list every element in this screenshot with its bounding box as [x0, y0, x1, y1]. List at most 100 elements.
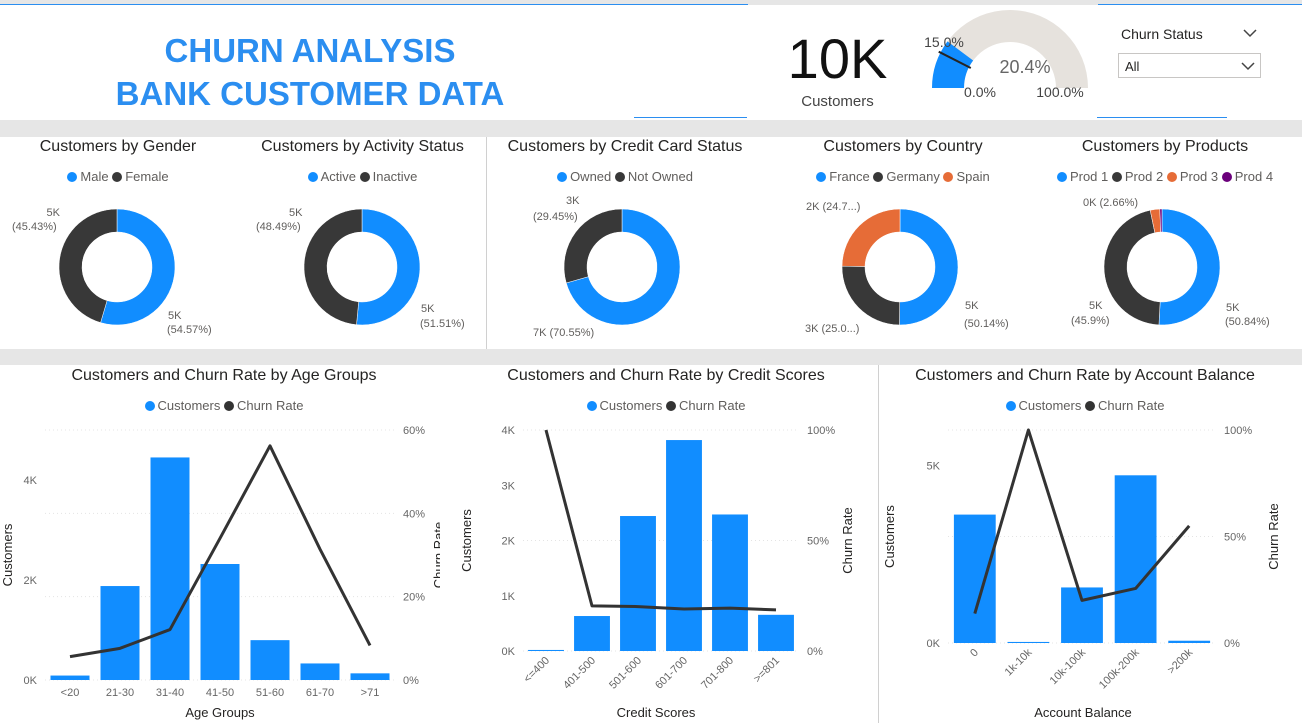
x-tick-label: <20	[61, 687, 80, 699]
legend-dot-icon	[614, 172, 625, 182]
churn-rate-gauge: 20.4% 15.0% 0.0% 100.0%	[924, 10, 1088, 100]
legend-item[interactable]: Owned	[570, 169, 611, 184]
donut-slice-prod-2	[1103, 209, 1161, 326]
legend-item[interactable]: Customers	[1019, 398, 1082, 413]
donut-legend: Prod 1 Prod 2 Prod 3 Prod 4	[1030, 169, 1300, 184]
combo-chart-legend: Customers Churn Rate	[0, 398, 448, 413]
combo-chart-title: Customers and Churn Rate by Account Bala…	[915, 367, 1255, 384]
legend-item[interactable]: Prod 1	[1070, 169, 1108, 184]
legend-item[interactable]: Prod 4	[1235, 169, 1273, 184]
legend-dot-icon	[112, 172, 123, 182]
donut-slice-germany	[841, 265, 900, 326]
x-tick-label: >=801	[752, 655, 783, 686]
panel-divider	[486, 137, 487, 349]
customers-kpi-value: 10K	[787, 27, 888, 90]
slice-label: 5K	[965, 300, 979, 312]
slice-label: 0K (2.66%)	[1083, 197, 1139, 209]
legend-dot-icon	[359, 172, 370, 182]
donut-legend: Owned Not Owned	[490, 169, 760, 184]
legend-dot-icon	[144, 401, 155, 411]
slice-label: 5K	[168, 310, 182, 322]
legend-dot-icon	[873, 172, 884, 182]
x-tick-label: 401-500	[561, 655, 598, 692]
y-tick-label: 4K	[24, 475, 38, 487]
y-tick-label: 2K	[502, 536, 516, 548]
combo-chart-title: Customers and Churn Rate by Age Groups	[71, 367, 377, 384]
churn-status-slicer-title: Churn Status	[1121, 26, 1203, 42]
legend-dot-icon	[666, 401, 676, 411]
chevron-down-icon[interactable]	[1243, 28, 1257, 38]
slice-label: (50.14%)	[964, 318, 1009, 330]
y2-tick-label: 50%	[807, 536, 829, 548]
donut-title: Customers by Activity Status	[261, 138, 464, 155]
bar	[1007, 641, 1050, 643]
legend-dot-icon	[224, 401, 234, 411]
age-groups-combo-chart: 0% 20% 40% 60% 0K 2K 4K <20 21-30 31-40 41-50 51-60…	[0, 425, 440, 720]
account-balance-combo-chart: 0% 50% 100% 0K 5K 0 1k-10k 10k-100k 100k-200k >20…	[882, 425, 1281, 720]
legend-item[interactable]: Not Owned	[628, 169, 693, 184]
legend-item[interactable]: France	[829, 169, 869, 184]
bar	[620, 516, 656, 651]
legend-dot-icon	[1166, 172, 1177, 182]
x-tick-label: 41-50	[206, 687, 234, 699]
legend-item[interactable]: Active	[321, 169, 356, 184]
legend-item[interactable]: Inactive	[373, 169, 418, 184]
legend-item[interactable]: Female	[125, 169, 168, 184]
donut-title: Customers by Products	[1081, 138, 1249, 155]
y-tick-label: 0K	[927, 638, 941, 650]
y2-tick-label: 60%	[403, 425, 425, 437]
donut-slice-spain	[841, 208, 901, 267]
y2-tick-label: 40%	[403, 508, 425, 520]
churn-status-dropdown[interactable]: All	[1118, 53, 1261, 78]
bar	[758, 614, 794, 651]
x-tick-label: 1k-10k	[1003, 646, 1035, 678]
y2-axis-title: Churn Rate	[840, 507, 855, 573]
donut-legend: France Germany Spain	[793, 169, 1013, 184]
combo-chart-legend: Customers Churn Rate	[441, 398, 891, 413]
bar	[50, 675, 90, 680]
x-tick-label: 100k-200k	[1097, 646, 1142, 691]
churn-rate-line	[973, 428, 1191, 615]
legend-dot-icon	[586, 401, 597, 411]
legend-dot-icon	[67, 172, 78, 182]
page-title-line1: CHURN ANALYSIS	[164, 32, 456, 69]
slice-label: (48.49%)	[256, 221, 301, 233]
y-tick-label: 5K	[927, 461, 941, 473]
bar	[1168, 640, 1211, 643]
legend-item[interactable]: Customers	[600, 398, 663, 413]
x-tick-label: <=400	[522, 655, 553, 686]
gender-donut-chart	[58, 208, 176, 326]
y2-axis-title: Churn Rate	[1266, 503, 1281, 569]
legend-item[interactable]: Germany	[886, 169, 939, 184]
legend-dot-icon	[1111, 172, 1122, 182]
slice-label: 5K	[1226, 302, 1240, 314]
slice-label: 3K (25.0...)	[805, 323, 860, 335]
legend-item[interactable]: Churn Rate	[1098, 398, 1164, 413]
bar	[350, 673, 390, 680]
slice-label: (50.84%)	[1225, 316, 1270, 328]
legend-item[interactable]: Male	[80, 169, 108, 184]
credit-scores-combo-chart: 0% 50% 100% 0K 1K 2K 3K 4K <=400 401-500 501-600 60…	[459, 425, 855, 720]
bar	[300, 663, 340, 680]
legend-item[interactable]: Churn Rate	[679, 398, 745, 413]
x-tick-label: 10k-100k	[1048, 646, 1089, 687]
legend-item[interactable]: Churn Rate	[237, 398, 303, 413]
y2-tick-label: 0%	[807, 646, 823, 658]
y2-tick-label: 0%	[1224, 638, 1240, 650]
bar	[1114, 475, 1157, 643]
churn-status-selected: All	[1125, 59, 1140, 74]
legend-item[interactable]: Prod 2	[1125, 169, 1163, 184]
legend-item[interactable]: Spain	[956, 169, 989, 184]
legend-dot-icon	[1056, 172, 1067, 182]
header-accent-line	[1097, 117, 1227, 118]
bar	[953, 514, 996, 643]
legend-item[interactable]: Customers	[158, 398, 221, 413]
slice-label: 5K	[46, 207, 60, 219]
bar	[712, 514, 748, 651]
legend-item[interactable]: Prod 3	[1180, 169, 1218, 184]
slice-label: 3K	[566, 195, 580, 207]
chevron-down-icon[interactable]	[1241, 61, 1255, 71]
x-tick-label: >200k	[1165, 646, 1195, 676]
gauge-min-label: 0.0%	[964, 84, 996, 100]
y-axis-title: Customers	[0, 523, 15, 586]
